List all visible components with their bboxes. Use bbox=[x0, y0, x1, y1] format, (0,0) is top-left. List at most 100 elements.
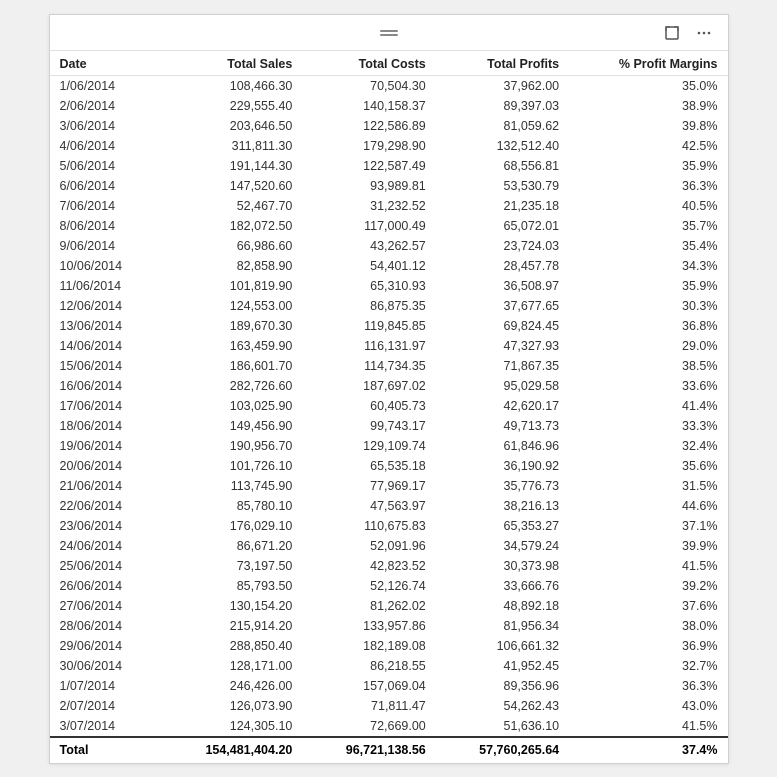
table-row: 16/06/2014282,726.60187,697.0295,029.583… bbox=[50, 376, 728, 396]
cell-r26-c1: 130,154.20 bbox=[160, 596, 303, 616]
cell-r21-c4: 44.6% bbox=[569, 496, 727, 516]
cell-r11-c4: 30.3% bbox=[569, 296, 727, 316]
cell-r24-c3: 30,373.98 bbox=[436, 556, 569, 576]
table-row: 3/07/2014124,305.1072,669.0051,636.1041.… bbox=[50, 716, 728, 737]
cell-r19-c2: 65,535.18 bbox=[302, 456, 435, 476]
cell-r15-c3: 95,029.58 bbox=[436, 376, 569, 396]
cell-r2-c2: 122,586.89 bbox=[302, 116, 435, 136]
col-header-date[interactable]: Date bbox=[50, 51, 160, 76]
footer-profit-margins: 37.4% bbox=[569, 737, 727, 762]
cell-r16-c4: 41.4% bbox=[569, 396, 727, 416]
cell-r19-c3: 36,190.92 bbox=[436, 456, 569, 476]
cell-r18-c2: 129,109.74 bbox=[302, 436, 435, 456]
cell-r7-c4: 35.7% bbox=[569, 216, 727, 236]
cell-r4-c2: 122,587.49 bbox=[302, 156, 435, 176]
cell-r23-c3: 34,579.24 bbox=[436, 536, 569, 556]
footer-total-sales: 154,481,404.20 bbox=[160, 737, 303, 762]
more-options-button[interactable] bbox=[692, 23, 716, 43]
cell-r30-c2: 157,069.04 bbox=[302, 676, 435, 696]
cell-r27-c3: 81,956.34 bbox=[436, 616, 569, 636]
cell-r13-c3: 47,327.93 bbox=[436, 336, 569, 356]
cell-r32-c2: 72,669.00 bbox=[302, 716, 435, 737]
cell-r13-c1: 163,459.90 bbox=[160, 336, 303, 356]
cell-r2-c4: 39.8% bbox=[569, 116, 727, 136]
cell-r27-c1: 215,914.20 bbox=[160, 616, 303, 636]
cell-r10-c4: 35.9% bbox=[569, 276, 727, 296]
table-row: 11/06/2014101,819.9065,310.9336,508.9735… bbox=[50, 276, 728, 296]
cell-r28-c1: 288,850.40 bbox=[160, 636, 303, 656]
cell-r7-c0: 8/06/2014 bbox=[50, 216, 160, 236]
cell-r12-c4: 36.8% bbox=[569, 316, 727, 336]
cell-r23-c2: 52,091.96 bbox=[302, 536, 435, 556]
cell-r4-c1: 191,144.30 bbox=[160, 156, 303, 176]
cell-r25-c1: 85,793.50 bbox=[160, 576, 303, 596]
toolbar bbox=[50, 15, 728, 51]
cell-r29-c0: 30/06/2014 bbox=[50, 656, 160, 676]
cell-r19-c1: 101,726.10 bbox=[160, 456, 303, 476]
table-row: 12/06/2014124,553.0086,875.3537,677.6530… bbox=[50, 296, 728, 316]
cell-r24-c4: 41.5% bbox=[569, 556, 727, 576]
cell-r14-c2: 114,734.35 bbox=[302, 356, 435, 376]
col-header-total-costs[interactable]: Total Costs bbox=[302, 51, 435, 76]
cell-r26-c2: 81,262.02 bbox=[302, 596, 435, 616]
cell-r30-c4: 36.3% bbox=[569, 676, 727, 696]
table-row: 2/07/2014126,073.9071,811.4754,262.4343.… bbox=[50, 696, 728, 716]
cell-r6-c1: 52,467.70 bbox=[160, 196, 303, 216]
table-row: 13/06/2014189,670.30119,845.8569,824.453… bbox=[50, 316, 728, 336]
cell-r9-c2: 54,401.12 bbox=[302, 256, 435, 276]
drag-handle-icon[interactable] bbox=[380, 30, 398, 36]
expand-button[interactable] bbox=[660, 23, 684, 43]
cell-r17-c2: 99,743.17 bbox=[302, 416, 435, 436]
footer-total-profits: 57,760,265.64 bbox=[436, 737, 569, 762]
table-row: 22/06/201485,780.1047,563.9738,216.1344.… bbox=[50, 496, 728, 516]
cell-r6-c3: 21,235.18 bbox=[436, 196, 569, 216]
cell-r5-c0: 6/06/2014 bbox=[50, 176, 160, 196]
cell-r21-c2: 47,563.97 bbox=[302, 496, 435, 516]
cell-r23-c4: 39.9% bbox=[569, 536, 727, 556]
cell-r29-c1: 128,171.00 bbox=[160, 656, 303, 676]
cell-r30-c3: 89,356.96 bbox=[436, 676, 569, 696]
cell-r1-c2: 140,158.37 bbox=[302, 96, 435, 116]
data-table: Date Total Sales Total Costs Total Profi… bbox=[50, 51, 728, 762]
cell-r20-c2: 77,969.17 bbox=[302, 476, 435, 496]
cell-r28-c3: 106,661.32 bbox=[436, 636, 569, 656]
cell-r18-c0: 19/06/2014 bbox=[50, 436, 160, 456]
cell-r23-c1: 86,671.20 bbox=[160, 536, 303, 556]
cell-r1-c4: 38.9% bbox=[569, 96, 727, 116]
cell-r1-c1: 229,555.40 bbox=[160, 96, 303, 116]
cell-r13-c4: 29.0% bbox=[569, 336, 727, 356]
cell-r2-c1: 203,646.50 bbox=[160, 116, 303, 136]
cell-r15-c1: 282,726.60 bbox=[160, 376, 303, 396]
cell-r17-c0: 18/06/2014 bbox=[50, 416, 160, 436]
table-scroll-area[interactable]: Date Total Sales Total Costs Total Profi… bbox=[50, 51, 728, 763]
cell-r28-c2: 182,189.08 bbox=[302, 636, 435, 656]
cell-r0-c0: 1/06/2014 bbox=[50, 75, 160, 96]
col-header-profit-margins[interactable]: % Profit Margins bbox=[569, 51, 727, 76]
cell-r6-c0: 7/06/2014 bbox=[50, 196, 160, 216]
cell-r24-c1: 73,197.50 bbox=[160, 556, 303, 576]
col-header-total-profits[interactable]: Total Profits bbox=[436, 51, 569, 76]
cell-r2-c0: 3/06/2014 bbox=[50, 116, 160, 136]
table-row: 17/06/2014103,025.9060,405.7342,620.1741… bbox=[50, 396, 728, 416]
cell-r26-c4: 37.6% bbox=[569, 596, 727, 616]
table-row: 6/06/2014147,520.6093,989.8153,530.7936.… bbox=[50, 176, 728, 196]
cell-r28-c4: 36.9% bbox=[569, 636, 727, 656]
cell-r3-c1: 311,811.30 bbox=[160, 136, 303, 156]
cell-r20-c1: 113,745.90 bbox=[160, 476, 303, 496]
cell-r24-c2: 42,823.52 bbox=[302, 556, 435, 576]
col-header-total-sales[interactable]: Total Sales bbox=[160, 51, 303, 76]
cell-r17-c1: 149,456.90 bbox=[160, 416, 303, 436]
drag-handle-area[interactable] bbox=[380, 30, 398, 36]
cell-r15-c0: 16/06/2014 bbox=[50, 376, 160, 396]
cell-r25-c2: 52,126.74 bbox=[302, 576, 435, 596]
cell-r9-c3: 28,457.78 bbox=[436, 256, 569, 276]
table-row: 20/06/2014101,726.1065,535.1836,190.9235… bbox=[50, 456, 728, 476]
cell-r8-c0: 9/06/2014 bbox=[50, 236, 160, 256]
cell-r20-c4: 31.5% bbox=[569, 476, 727, 496]
cell-r28-c0: 29/06/2014 bbox=[50, 636, 160, 656]
cell-r31-c4: 43.0% bbox=[569, 696, 727, 716]
cell-r18-c3: 61,846.96 bbox=[436, 436, 569, 456]
cell-r5-c3: 53,530.79 bbox=[436, 176, 569, 196]
cell-r3-c4: 42.5% bbox=[569, 136, 727, 156]
cell-r6-c4: 40.5% bbox=[569, 196, 727, 216]
